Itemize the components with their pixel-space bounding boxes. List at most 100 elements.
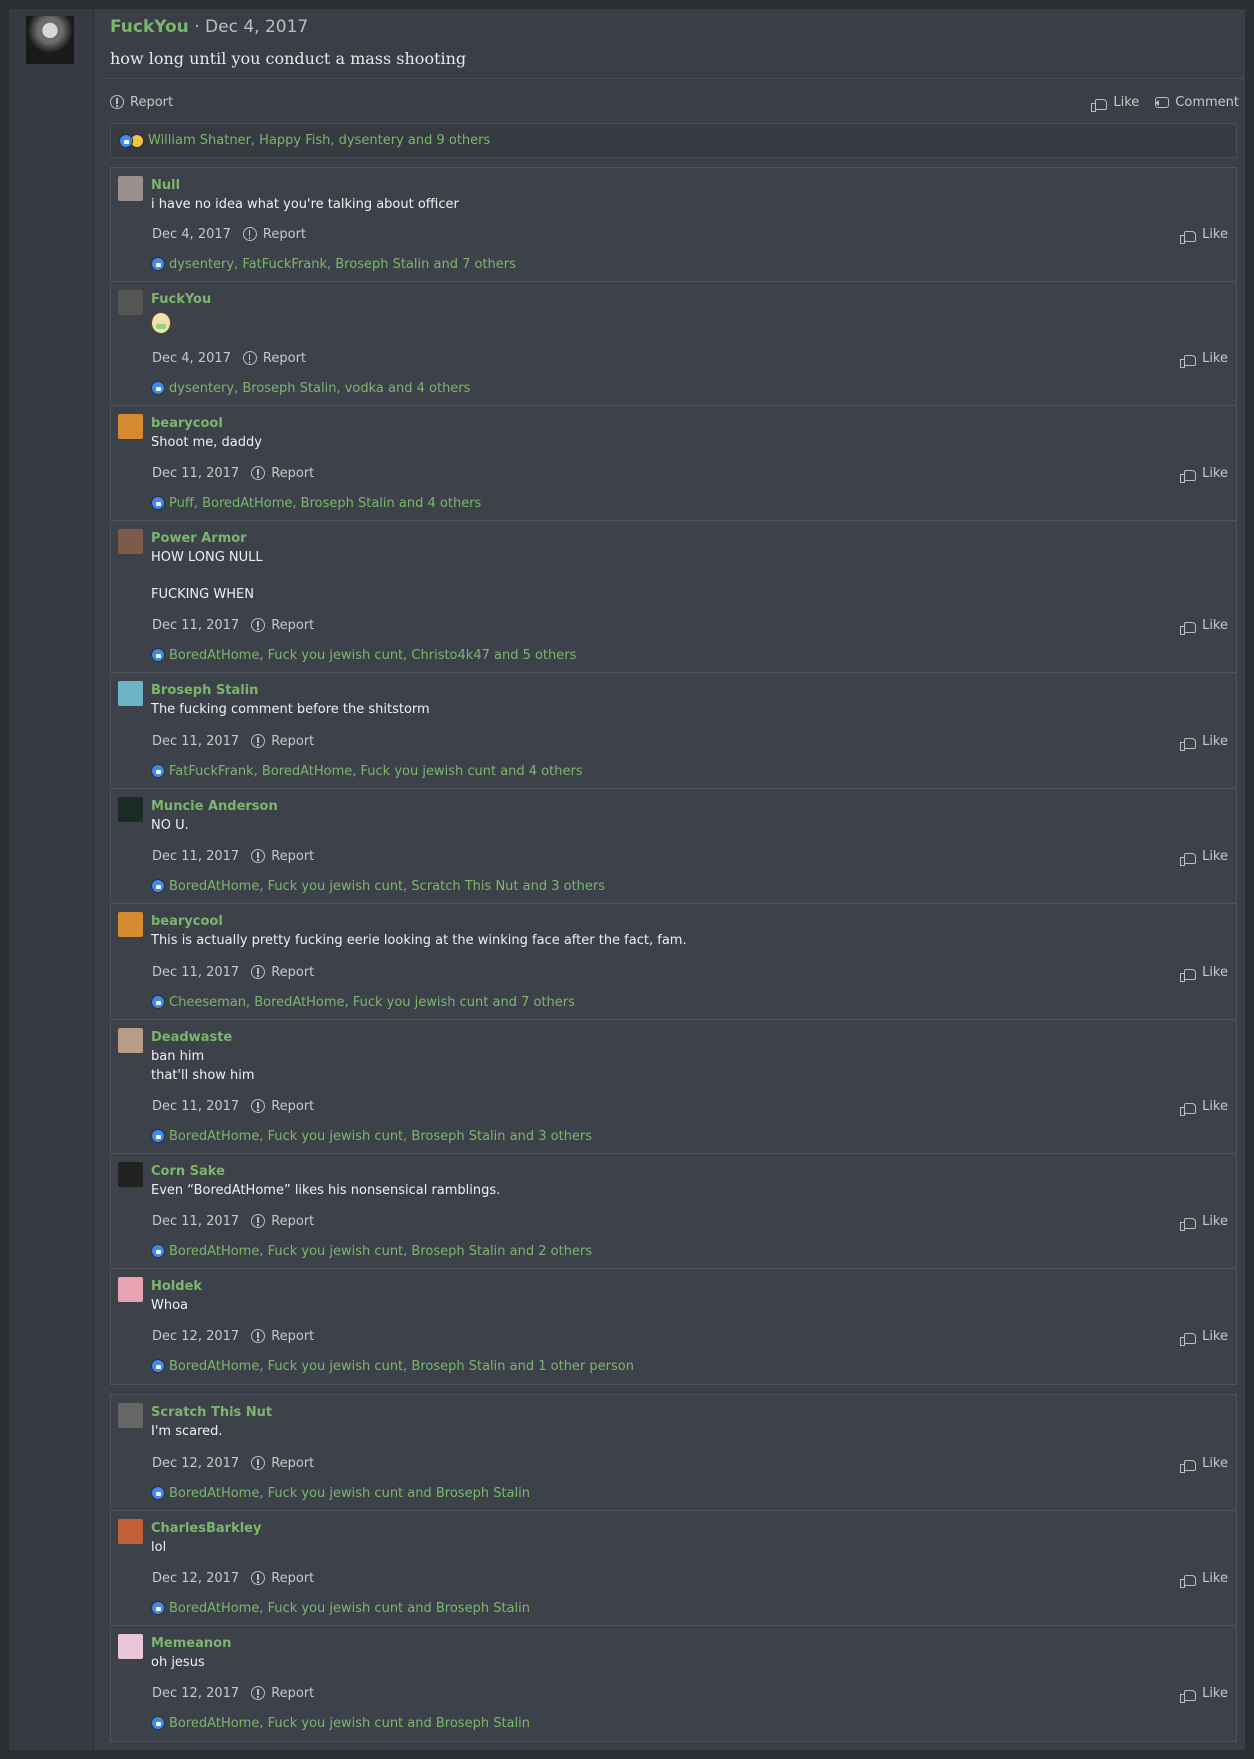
comment-avatar[interactable] xyxy=(118,797,143,822)
comment-reactions-link[interactable]: BoredAtHome, Fuck you jewish cunt and Br… xyxy=(169,1486,530,1501)
comment-author-link[interactable]: bearycool xyxy=(151,416,223,431)
thumbs-up-icon xyxy=(1180,968,1197,982)
comment-like-button[interactable]: Like xyxy=(1180,1686,1228,1703)
comment-date[interactable]: Dec 12, 2017 xyxy=(152,1329,239,1344)
comment-report-button[interactable]: Report xyxy=(251,1099,314,1114)
comment-text: I'm scared. xyxy=(151,1423,223,1442)
comment-avatar[interactable] xyxy=(118,1634,143,1659)
comment-date[interactable]: Dec 4, 2017 xyxy=(152,227,231,242)
comment-author-link[interactable]: Memeanon xyxy=(151,1636,231,1651)
comment-like-button[interactable]: Like xyxy=(1180,466,1228,483)
comment-avatar[interactable] xyxy=(118,290,143,315)
comment-like-button[interactable]: Like xyxy=(1180,965,1228,982)
like-reaction-icon xyxy=(151,1129,165,1143)
author-avatar[interactable] xyxy=(26,16,74,64)
comment-report-button[interactable]: Report xyxy=(242,351,306,366)
comment-report-button[interactable]: Report xyxy=(242,226,307,242)
comment-report-button[interactable]: Report xyxy=(251,1329,314,1344)
comment-like-button[interactable]: Like xyxy=(1180,351,1228,368)
comment-reactions-link[interactable]: BoredAtHome, Fuck you jewish cunt, Chris… xyxy=(169,648,576,663)
comment-avatar[interactable] xyxy=(118,912,143,937)
comment-avatar[interactable] xyxy=(118,1277,143,1302)
post-author-link[interactable]: FuckYou xyxy=(110,17,189,37)
comment-report-button[interactable]: Report xyxy=(251,734,314,749)
comment-avatar[interactable] xyxy=(118,1519,143,1544)
comment-avatar[interactable] xyxy=(118,681,143,706)
comment-author-link[interactable]: Deadwaste xyxy=(151,1030,232,1045)
comment-date[interactable]: Dec 12, 2017 xyxy=(152,1456,239,1471)
report-icon xyxy=(251,849,266,863)
comment-like-button[interactable]: Like xyxy=(1180,1571,1228,1588)
comment-like-button[interactable]: Like xyxy=(1180,1456,1228,1473)
comment-reactions-link[interactable]: BoredAtHome, Fuck you jewish cunt, Brose… xyxy=(169,1244,592,1259)
comment-avatar[interactable] xyxy=(118,529,143,554)
comment-avatar[interactable] xyxy=(118,414,143,439)
comment-avatar[interactable] xyxy=(118,1403,143,1428)
comment-report-label: Report xyxy=(271,733,315,749)
comment-reactions-link[interactable]: Cheeseman, BoredAtHome, Fuck you jewish … xyxy=(169,995,575,1010)
comment-item: FuckYou Dec 4, 2017 Report Like dysenter… xyxy=(111,282,1236,406)
comment-author-link[interactable]: Corn Sake xyxy=(151,1164,225,1179)
comment-button[interactable]: Comment xyxy=(1155,95,1239,110)
comment-reactions-link[interactable]: BoredAtHome, Fuck you jewish cunt and Br… xyxy=(169,1716,530,1731)
comment-like-button[interactable]: Like xyxy=(1180,1099,1228,1116)
comment-date[interactable]: Dec 4, 2017 xyxy=(152,351,231,366)
comment-report-label: Report xyxy=(262,226,307,242)
comment-report-button[interactable]: Report xyxy=(251,618,314,633)
comment-reactions-link[interactable]: BoredAtHome, Fuck you jewish cunt and Br… xyxy=(169,1601,530,1616)
comment-item: bearycool This is actually pretty fucking… xyxy=(111,904,1236,1020)
comment-report-button[interactable]: Report xyxy=(251,849,314,864)
comment-item: Scratch This Nut I'm scared. Dec 12, 2017… xyxy=(111,1395,1236,1511)
comment-reactions: dysentery, Broseph Stalin, vodka and 4 o… xyxy=(151,379,470,397)
comment-report-button[interactable]: Report xyxy=(251,1214,314,1229)
comment-date[interactable]: Dec 11, 2017 xyxy=(152,466,239,481)
post-date[interactable]: Dec 4, 2017 xyxy=(205,17,308,37)
comment-date[interactable]: Dec 11, 2017 xyxy=(152,734,239,749)
comment-date[interactable]: Dec 11, 2017 xyxy=(152,1214,239,1229)
comment-author-link[interactable]: Power Armor xyxy=(151,531,247,546)
comment-like-button[interactable]: Like xyxy=(1180,227,1228,244)
comment-like-button[interactable]: Like xyxy=(1180,1329,1228,1346)
post-reactions-link[interactable]: William Shatner, Happy Fish, dysentery a… xyxy=(148,133,490,148)
comment-like-button[interactable]: Like xyxy=(1180,1214,1228,1231)
comment-reactions-link[interactable]: Puff, BoredAtHome, Broseph Stalin and 4 … xyxy=(169,496,481,511)
comment-report-button[interactable]: Report xyxy=(251,466,314,481)
like-button[interactable]: Like xyxy=(1091,95,1139,112)
comment-author-link[interactable]: Null xyxy=(151,178,180,193)
comment-avatar[interactable] xyxy=(118,1028,143,1053)
comment-like-button[interactable]: Like xyxy=(1180,734,1228,751)
comment-report-button[interactable]: Report xyxy=(251,1571,314,1586)
comment-author-link[interactable]: Holdek xyxy=(151,1279,202,1294)
comment-author-link[interactable]: FuckYou xyxy=(151,292,211,307)
comment-report-button[interactable]: Report xyxy=(251,1686,314,1701)
comment-like-button[interactable]: Like xyxy=(1180,618,1228,635)
comment-author-link[interactable]: Scratch This Nut xyxy=(151,1405,272,1420)
report-button[interactable]: Report xyxy=(110,95,173,110)
comment-date[interactable]: Dec 12, 2017 xyxy=(152,1571,239,1586)
comment-report-button[interactable]: Report xyxy=(251,965,314,980)
report-icon xyxy=(110,95,124,109)
comment-date[interactable]: Dec 11, 2017 xyxy=(152,965,239,980)
comment-item: bearycool Shoot me, daddy Dec 11, 2017 Re… xyxy=(111,406,1236,521)
comment-reactions-link[interactable]: FatFuckFrank, BoredAtHome, Fuck you jewi… xyxy=(169,764,583,779)
comment-like-button[interactable]: Like xyxy=(1180,849,1228,866)
comment-report-button[interactable]: Report xyxy=(251,1456,314,1471)
comment-item: Muncie Anderson NO U. Dec 11, 2017 Report… xyxy=(111,789,1236,904)
comment-avatar[interactable] xyxy=(118,1162,143,1187)
comment-author-link[interactable]: CharlesBarkley xyxy=(151,1521,261,1536)
comment-author-link[interactable]: Broseph Stalin xyxy=(151,683,258,698)
comment-reactions-link[interactable]: dysentery, FatFuckFrank, Broseph Stalin … xyxy=(169,257,516,272)
comment-avatar[interactable] xyxy=(118,176,143,201)
comment-date[interactable]: Dec 11, 2017 xyxy=(152,1099,239,1114)
comment-date[interactable]: Dec 11, 2017 xyxy=(152,618,239,633)
thumbs-up-icon xyxy=(1180,469,1197,483)
comment-reactions-link[interactable]: BoredAtHome, Fuck you jewish cunt, Scrat… xyxy=(169,879,605,894)
comment-date[interactable]: Dec 11, 2017 xyxy=(152,849,239,864)
comment-author-link[interactable]: bearycool xyxy=(151,914,223,929)
comment-reactions-link[interactable]: BoredAtHome, Fuck you jewish cunt, Brose… xyxy=(169,1129,592,1144)
comment-reactions-link[interactable]: BoredAtHome, Fuck you jewish cunt, Brose… xyxy=(169,1359,634,1374)
comment-date[interactable]: Dec 12, 2017 xyxy=(152,1686,239,1701)
comment-author-link[interactable]: Muncie Anderson xyxy=(151,799,278,814)
like-reaction-icon xyxy=(151,1244,165,1258)
comment-reactions-link[interactable]: dysentery, Broseph Stalin, vodka and 4 o… xyxy=(169,381,470,396)
